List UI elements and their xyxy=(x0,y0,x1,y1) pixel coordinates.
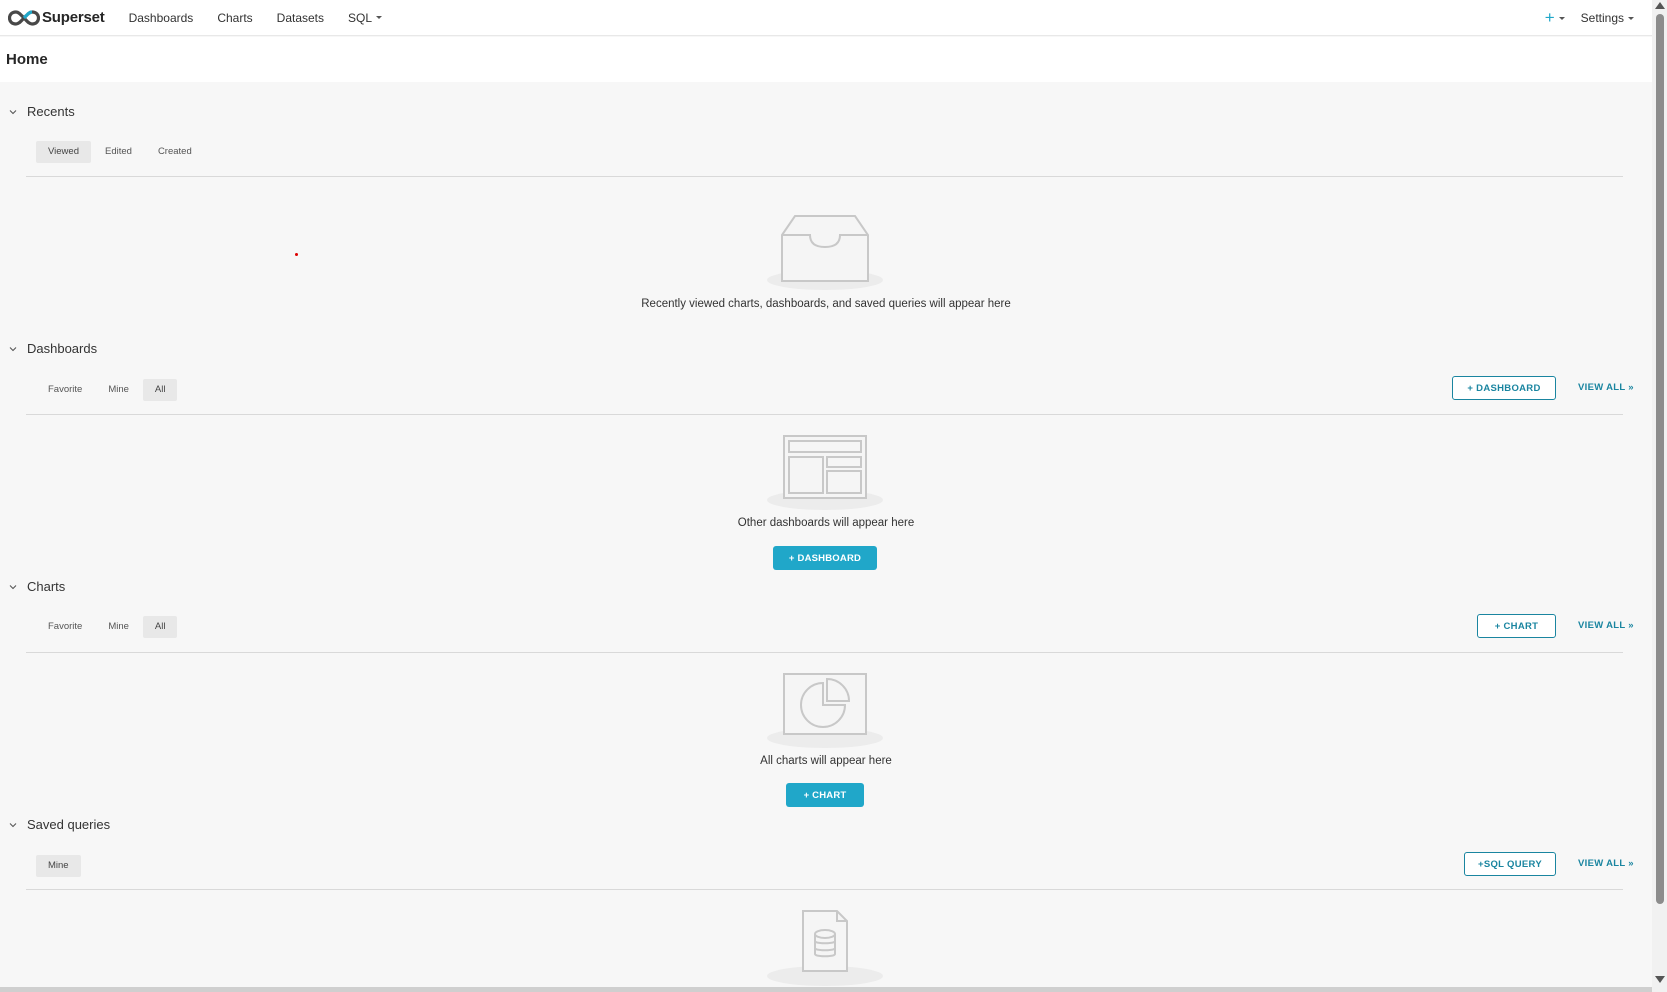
charts-tabs: Favorite Mine All xyxy=(36,616,179,638)
recents-header[interactable]: Recents xyxy=(9,104,75,119)
section-title: Saved queries xyxy=(27,817,111,832)
add-dashboard-button[interactable]: + DASHBOARD xyxy=(1452,376,1556,400)
horizontal-scrollbar[interactable] xyxy=(0,987,1652,992)
saved-queries-view-all-link[interactable]: VIEW ALL » xyxy=(1578,858,1634,869)
saved-queries-tabs: Mine xyxy=(36,855,83,877)
chevron-down-icon xyxy=(9,109,17,114)
scroll-up-arrow-icon[interactable] xyxy=(1655,2,1665,9)
caret-down-icon xyxy=(1628,16,1634,20)
add-sql-query-button[interactable]: +SQL QUERY xyxy=(1464,852,1556,876)
chevron-down-icon xyxy=(9,584,17,589)
dashboards-tabs: Favorite Mine All xyxy=(36,379,179,401)
vertical-scrollbar[interactable] xyxy=(1652,0,1667,992)
new-item-dropdown[interactable]: + xyxy=(1537,8,1573,28)
tab-all[interactable]: All xyxy=(142,379,178,401)
empty-dashboard-icon xyxy=(767,435,883,510)
page-title: Home xyxy=(6,51,48,68)
tab-favorite[interactable]: Favorite xyxy=(36,379,94,401)
plus-icon: + xyxy=(1544,8,1555,27)
section-title: Dashboards xyxy=(27,341,98,356)
scroll-down-arrow-icon[interactable] xyxy=(1655,976,1665,983)
tab-mine[interactable]: Mine xyxy=(36,855,81,877)
brand-name: Superset xyxy=(42,9,105,26)
dashboards-view-all-link[interactable]: VIEW ALL » xyxy=(1578,382,1634,393)
tab-created[interactable]: Created xyxy=(146,141,204,163)
settings-dropdown[interactable]: Settings xyxy=(1573,11,1642,25)
divider xyxy=(26,176,1623,177)
dashboards-empty-text: Other dashboards will appear here xyxy=(737,517,915,529)
empty-saved-query-icon xyxy=(767,910,883,986)
recents-tabs: Viewed Edited Created xyxy=(36,141,206,163)
nav-sql-dropdown[interactable]: SQL xyxy=(336,11,394,25)
caret-down-icon xyxy=(1558,16,1565,20)
nav-datasets[interactable]: Datasets xyxy=(265,11,336,25)
recents-empty-text: Recently viewed charts, dashboards, and … xyxy=(641,298,1011,310)
caret-down-icon xyxy=(376,16,383,19)
tab-favorite[interactable]: Favorite xyxy=(36,616,94,638)
nav-dashboards[interactable]: Dashboards xyxy=(117,11,206,25)
nav-charts[interactable]: Charts xyxy=(205,11,264,25)
chevron-down-icon xyxy=(9,346,17,351)
section-title: Recents xyxy=(27,104,75,119)
superset-logo-icon xyxy=(8,9,40,26)
saved-queries-header[interactable]: Saved queries xyxy=(9,817,110,832)
scroll-thumb[interactable] xyxy=(1656,14,1664,904)
divider xyxy=(26,414,1623,415)
divider xyxy=(26,889,1623,890)
charts-header[interactable]: Charts xyxy=(9,579,65,594)
nav-dashboards-label: Dashboards xyxy=(128,10,194,25)
create-dashboard-button[interactable]: + DASHBOARD xyxy=(773,546,877,570)
charts-view-all-link[interactable]: VIEW ALL » xyxy=(1578,620,1634,631)
tab-mine[interactable]: Mine xyxy=(96,379,141,401)
dashboards-header[interactable]: Dashboards xyxy=(9,341,97,356)
cursor-dot xyxy=(295,253,298,256)
tab-edited[interactable]: Edited xyxy=(93,141,144,163)
section-title: Charts xyxy=(27,579,66,594)
divider xyxy=(26,652,1623,653)
tab-all[interactable]: All xyxy=(142,616,178,638)
tab-viewed[interactable]: Viewed xyxy=(36,141,91,163)
nav-charts-label: Charts xyxy=(217,10,253,25)
nav-sql-label: SQL xyxy=(348,10,373,25)
page-header: Home xyxy=(0,37,1652,82)
charts-empty-text: All charts will appear here xyxy=(760,755,892,767)
empty-inbox-icon xyxy=(767,215,883,290)
tab-mine[interactable]: Mine xyxy=(96,616,141,638)
settings-label: Settings xyxy=(1580,11,1624,25)
empty-chart-icon xyxy=(767,673,883,748)
top-navbar: Superset Dashboards Charts Datasets SQL … xyxy=(0,0,1652,36)
chevron-down-icon xyxy=(9,822,17,827)
create-chart-button[interactable]: + CHART xyxy=(786,783,864,807)
brand[interactable]: Superset xyxy=(8,9,105,26)
nav-datasets-label: Datasets xyxy=(276,10,325,25)
add-chart-button[interactable]: + CHART xyxy=(1477,614,1556,638)
